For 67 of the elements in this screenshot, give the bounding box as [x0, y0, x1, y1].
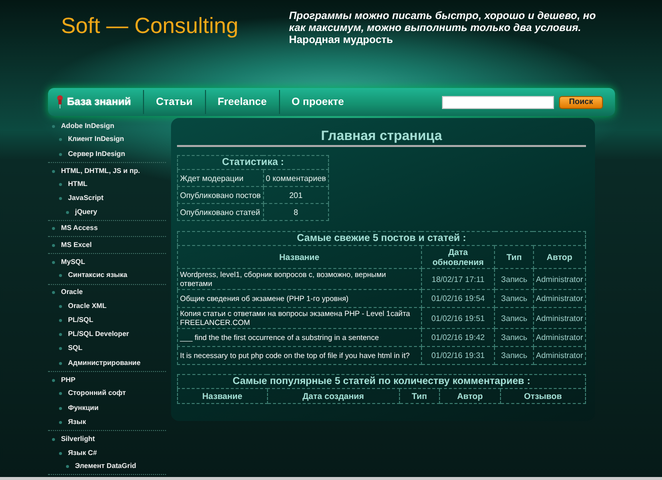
table-cell: Administrator [536, 294, 583, 304]
search-button[interactable]: Поиск [558, 96, 603, 109]
bullet-icon [59, 347, 62, 350]
table-cell: Ждет модерации [178, 170, 264, 187]
nav-link[interactable]: Статьи [154, 96, 205, 108]
bullet-icon [59, 274, 62, 278]
bullet-icon [59, 420, 62, 424]
column-header: Автор [533, 246, 586, 269]
column-header: Автор [439, 388, 500, 404]
bullet-icon [59, 333, 62, 336]
bullet-icon [59, 362, 62, 365]
search-field[interactable] [442, 96, 554, 109]
page-heading: Главная страница [177, 128, 586, 148]
table-cell: Запись [501, 294, 528, 304]
bullet-icon [59, 319, 62, 322]
table-cell: 8 [263, 204, 329, 221]
table-cell: 18/02/17 17:11 [432, 274, 484, 284]
column-header: Дата обновления [421, 246, 495, 269]
table-cell: 01/02/16 19:42 [431, 333, 485, 342]
nav-link[interactable]: О проекте [290, 96, 356, 108]
table-cell: 01/02/16 19:51 [431, 314, 485, 323]
bullet-icon [59, 138, 62, 142]
table-cell: 01/02/16 19:31 [431, 351, 485, 360]
bullet-icon [52, 244, 55, 248]
table-cell: Опубликовано статей [178, 204, 264, 221]
bullet-icon [59, 304, 62, 308]
column-header: Отзывов [500, 388, 586, 404]
table-cell: Опубликовано постов [178, 186, 264, 204]
bullet-icon [66, 464, 69, 468]
bullet-icon [59, 392, 62, 396]
table-cell: Запись [501, 314, 528, 323]
table-cell: 201 [263, 186, 329, 204]
table-cell: Administrator [536, 333, 583, 342]
quote-source: Народная мудрость [289, 34, 394, 46]
table-cell: Administrator [536, 351, 583, 360]
column-header: Тип [399, 388, 440, 404]
bullet-icon [52, 291, 55, 294]
nav-link[interactable]: База знаний [67, 96, 144, 108]
bullet-icon [52, 378, 55, 382]
bullet-icon [52, 260, 55, 264]
bullet-icon [52, 170, 55, 173]
bullet-icon [52, 438, 55, 442]
quote-text: Программы можно писать быстро, хорошо и дешево, но как максимум, можно выполнить только два условия. [289, 10, 597, 34]
table-title: Самые свежие 5 постов и статей : [178, 232, 586, 246]
bullet-icon [59, 183, 62, 186]
table-title: Самые популярные 5 статей по количеству комментариев : [178, 374, 586, 389]
table-cell: 01/02/16 19:54 [431, 294, 485, 304]
bullet-icon [59, 452, 62, 455]
bullet-icon [59, 197, 62, 200]
bullet-icon [52, 124, 55, 128]
column-header: Тип [494, 246, 534, 269]
column-header: Название [178, 246, 422, 269]
column-header: Дата создания [267, 388, 400, 404]
bullet-icon [52, 227, 55, 230]
column-header: Название [178, 388, 268, 404]
table-cell: Запись [501, 333, 528, 342]
table-title: Статистика : [178, 156, 329, 170]
table-cell: Administrator [536, 274, 583, 284]
bullet-icon [59, 406, 62, 410]
nav-link[interactable]: Freelance [216, 96, 279, 108]
table-cell: 0 комментариев [263, 170, 329, 187]
bullet-icon [59, 152, 62, 156]
site-logo[interactable]: Soft — Consulting [61, 13, 289, 84]
table-cell: Administrator [536, 314, 583, 323]
table-cell: Запись [501, 351, 528, 360]
bullet-icon [66, 210, 69, 214]
table-cell: Запись [501, 274, 528, 284]
